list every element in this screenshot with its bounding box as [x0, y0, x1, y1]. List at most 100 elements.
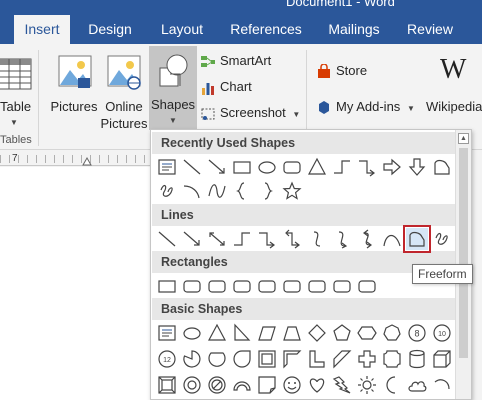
shape-curve-icon[interactable]: [306, 228, 328, 250]
shape-rrect-icon[interactable]: [206, 275, 228, 297]
shape-donut-icon[interactable]: [181, 374, 203, 396]
shape-oval-icon[interactable]: [181, 322, 203, 344]
shape-rect-icon[interactable]: [231, 156, 253, 178]
shape-rrect-icon[interactable]: [281, 156, 303, 178]
shape-plaque-icon[interactable]: [381, 348, 403, 370]
shape-rrect-icon[interactable]: [231, 275, 253, 297]
shape-freeform-selected-icon[interactable]: [403, 225, 431, 253]
shape-rect-icon[interactable]: [156, 275, 178, 297]
shape-moon-icon[interactable]: [381, 374, 403, 396]
shape-bevel-icon[interactable]: [156, 374, 178, 396]
shape-halfframe-icon[interactable]: [281, 348, 303, 370]
shape-line-icon[interactable]: [156, 228, 178, 250]
shapes-button[interactable]: Shapes ▼: [149, 46, 197, 130]
shape-rrect-icon[interactable]: [306, 275, 328, 297]
shape-rrect-icon[interactable]: [281, 275, 303, 297]
tab-review[interactable]: Review: [400, 15, 460, 44]
shape-chord-icon[interactable]: [206, 348, 228, 370]
shape-rbrace-icon[interactable]: [256, 180, 278, 202]
shape-elbowarrow-icon[interactable]: [356, 156, 378, 178]
shape-wave-icon[interactable]: [206, 180, 228, 202]
shape-lightning-icon[interactable]: [331, 374, 353, 396]
shape-arrow-icon[interactable]: [181, 228, 203, 250]
shape-freeform-icon[interactable]: [431, 156, 453, 178]
shape-pentagon-icon[interactable]: [331, 322, 353, 344]
indent-marker-icon[interactable]: [82, 156, 92, 166]
shape-rrect-icon[interactable]: [331, 275, 353, 297]
shape-frame-icon[interactable]: [256, 348, 278, 370]
shape-elbow-icon[interactable]: [331, 156, 353, 178]
shape-oval-icon[interactable]: [256, 156, 278, 178]
section-rectangles: Rectangles: [152, 251, 456, 273]
tab-references[interactable]: References: [224, 15, 308, 44]
shape-teardrop-icon[interactable]: [231, 348, 253, 370]
shape-tri-icon[interactable]: [306, 156, 328, 178]
shape-curvesimple-icon[interactable]: [381, 228, 403, 250]
shape-rrect-icon[interactable]: [256, 275, 278, 297]
shape-tri-icon[interactable]: [206, 322, 228, 344]
shape-textbox-icon[interactable]: [156, 322, 178, 344]
shape-heptagon-icon[interactable]: [381, 322, 403, 344]
shape-downarrow-icon[interactable]: [406, 156, 428, 178]
pictures-button[interactable]: Pictures: [50, 50, 98, 130]
shape-arrow-icon[interactable]: [206, 156, 228, 178]
shape-nosymbol-icon[interactable]: [206, 374, 228, 396]
document-page[interactable]: [0, 167, 150, 400]
shape-star-icon[interactable]: [281, 180, 303, 202]
shape-cloud-icon[interactable]: [406, 374, 428, 396]
shape-scribble-icon[interactable]: [156, 180, 178, 202]
shape-lshape-icon[interactable]: [306, 348, 328, 370]
smartart-button[interactable]: SmartArt: [200, 50, 271, 72]
my-addins-button[interactable]: My Add-ins ▼: [316, 96, 415, 118]
online-pictures-label-2: Pictures: [100, 116, 148, 131]
shape-curvedarrow-icon[interactable]: [356, 228, 378, 250]
shape-hexagon-icon[interactable]: [356, 322, 378, 344]
shape-rtri-icon[interactable]: [231, 322, 253, 344]
shape-scribble-icon[interactable]: [431, 228, 453, 250]
shape-dec-icon[interactable]: 10: [431, 322, 453, 344]
shape-rrect-icon[interactable]: [356, 275, 378, 297]
shapes-label: Shapes: [150, 97, 196, 112]
shape-parallelogram-icon[interactable]: [256, 322, 278, 344]
shape-lbrace-icon[interactable]: [231, 180, 253, 202]
shape-arc-icon[interactable]: [181, 180, 203, 202]
store-button[interactable]: Store: [316, 60, 367, 82]
shape-oct-icon[interactable]: 8: [406, 322, 428, 344]
shape-elbow-icon[interactable]: [231, 228, 253, 250]
shape-dodec-icon[interactable]: 12: [156, 348, 178, 370]
shape-arcsimple-icon[interactable]: [431, 374, 453, 396]
shape-sun-icon[interactable]: [356, 374, 378, 396]
shape-heart-icon[interactable]: [306, 374, 328, 396]
scroll-thumb[interactable]: [459, 148, 468, 358]
chart-button[interactable]: Chart: [200, 76, 252, 98]
shape-plus-icon[interactable]: [356, 348, 378, 370]
wikipedia-button[interactable]: W Wikipedia: [424, 50, 482, 130]
online-pictures-button[interactable]: Online Pictures: [100, 50, 148, 131]
shape-can-icon[interactable]: [406, 348, 428, 370]
tab-layout[interactable]: Layout: [152, 15, 212, 44]
tab-design[interactable]: Design: [78, 15, 142, 44]
shape-rrect-icon[interactable]: [181, 275, 203, 297]
freeform-tooltip: Freeform: [412, 264, 473, 284]
shape-foldcorner-icon[interactable]: [256, 374, 278, 396]
shape-pie-icon[interactable]: [181, 348, 203, 370]
shape-blockarc-icon[interactable]: [231, 374, 253, 396]
shape-textbox-icon[interactable]: [156, 156, 178, 178]
shape-diagstripe-icon[interactable]: [331, 348, 353, 370]
shape-curvearrow-icon[interactable]: [331, 228, 353, 250]
shape-elbowarrow-icon[interactable]: [256, 228, 278, 250]
shape-darrow-icon[interactable]: [206, 228, 228, 250]
shape-diamond-icon[interactable]: [306, 322, 328, 344]
scroll-up-arrow-icon[interactable]: ▲: [458, 133, 469, 144]
pictures-icon: [58, 55, 92, 88]
shape-elbowdarrow-icon[interactable]: [281, 228, 303, 250]
tab-mailings[interactable]: Mailings: [318, 15, 390, 44]
shape-trapezoid-icon[interactable]: [281, 322, 303, 344]
screenshot-button[interactable]: Screenshot ▼: [200, 102, 300, 124]
table-button[interactable]: Table ▼: [0, 50, 32, 130]
shape-line-icon[interactable]: [181, 156, 203, 178]
shape-cube-icon[interactable]: [431, 348, 453, 370]
tab-insert[interactable]: Insert: [14, 15, 70, 44]
shape-smiley-icon[interactable]: [281, 374, 303, 396]
shape-rightarrow-icon[interactable]: [381, 156, 403, 178]
